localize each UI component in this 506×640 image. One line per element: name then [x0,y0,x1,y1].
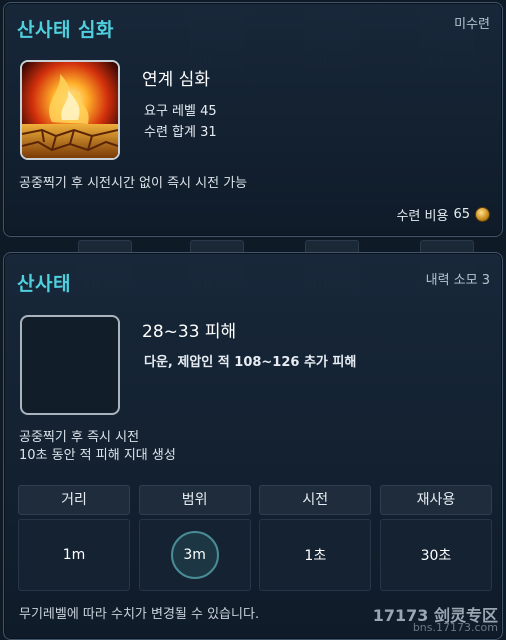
value-cooldown: 30초 [379,519,492,591]
fire-skill-art [22,62,118,158]
stats-value-row: 1m 3m 1초 30초 [18,515,492,591]
training-total: 수련 합계 31 [144,125,217,140]
skill-effect: 다운, 제압인 적 108~126 추가 피해 [144,355,357,370]
upgrade-description: 공중찍기 후 시전시간 없이 즉시 시전 가능 [19,176,248,191]
value-cast-text: 1초 [304,548,327,564]
value-range-text: 1m [62,547,86,563]
skill-damage: 28~33 피해 [142,322,237,342]
skill-description-1: 공중찍기 후 즉시 시전 [19,430,140,445]
header-cast: 시전 [259,485,372,515]
fire-skill-icon [20,60,120,160]
training-cost-label: 수련 비용 [396,209,449,224]
resource-cost: 내력 소모 3 [425,273,490,288]
upgrade-name: 연계 심화 [142,70,210,90]
value-cooldown-text: 30초 [420,548,452,564]
stats-header-row: 거리 범위 시전 재사용 [18,485,492,515]
skill-icon-slot [20,315,120,415]
skill-description-2: 10초 동안 적 피해 지대 생성 [19,448,176,463]
upgrade-title: 산사태 심화 [17,19,115,41]
skill-title: 산사태 [17,273,71,295]
value-area-text: 3m [183,547,206,563]
value-area: 3m [138,519,251,591]
required-level: 요구 레벨 45 [144,104,217,119]
header-range: 거리 [18,485,130,515]
watermark: 17173 剑灵专区 bns.17173.com [373,608,498,634]
training-cost: 수련 비용 65 [396,205,490,224]
header-cooldown: 재사용 [379,485,492,515]
training-cost-value: 65 [453,207,470,222]
header-area: 범위 [138,485,251,515]
training-status: 미수련 [454,17,490,32]
skill-tooltip-panel: 산사태 내력 소모 3 28~33 피해 다운, 제압인 적 108~126 추… [3,252,503,640]
value-cast: 1초 [259,519,372,591]
upgrade-tooltip-panel: 산사태 심화 미수련 연계 심화 요구 레벨 45 수련 합계 31 공중찍기 … [3,2,503,237]
value-range: 1m [18,519,130,591]
coin-icon [475,207,490,222]
skill-stats-table: 거리 범위 시전 재사용 1m 3m 1초 30초 [18,485,492,591]
footnote: 무기레벨에 따라 수치가 변경될 수 있습니다. [19,607,260,622]
